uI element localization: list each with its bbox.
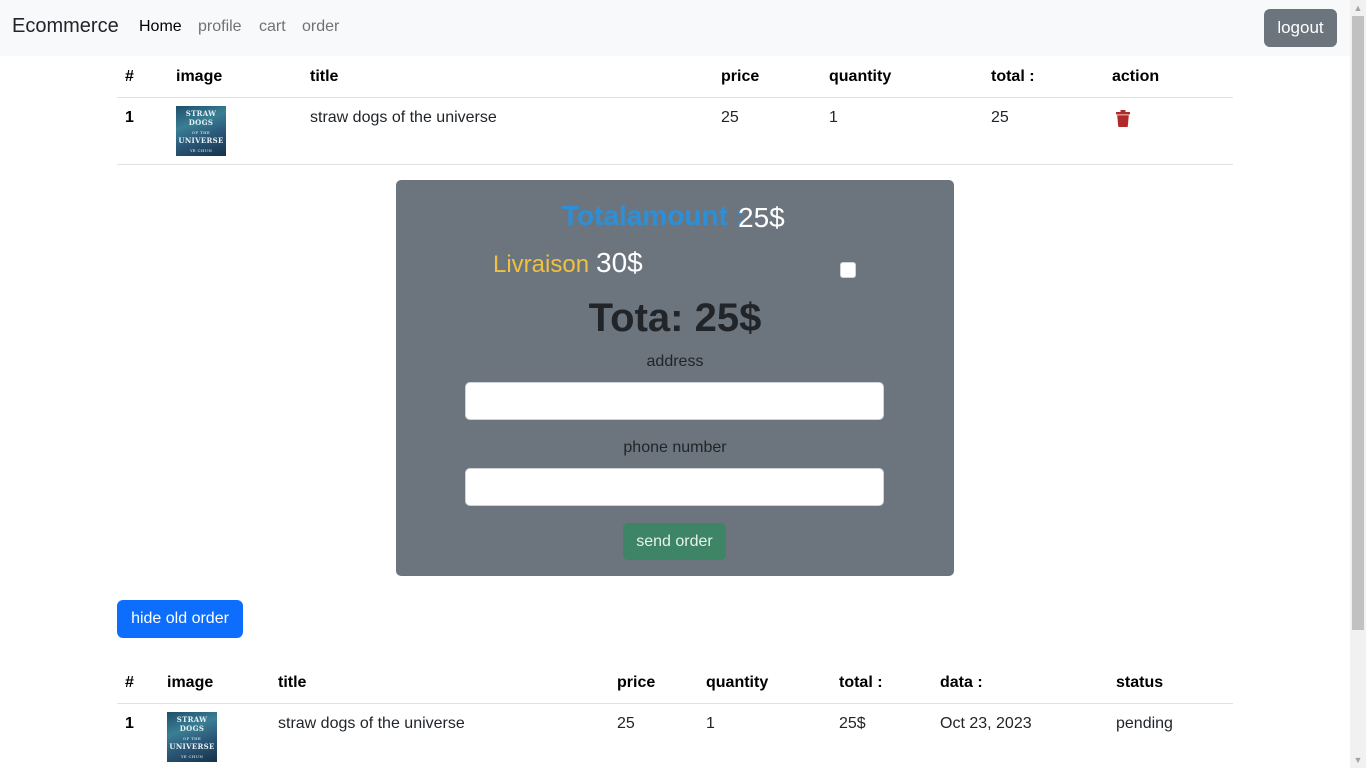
- col-header-image: image: [176, 57, 310, 98]
- row-total: 25$: [839, 703, 940, 768]
- row-price: 25: [617, 703, 706, 768]
- nav-link-order[interactable]: order: [302, 18, 339, 36]
- row-price: 25: [721, 97, 829, 165]
- row-index: 1: [117, 97, 176, 165]
- delivery-value: 30$: [596, 247, 643, 278]
- old-orders-table: # image title price quantity total : dat…: [117, 663, 1233, 768]
- row-image-cell: STRAW DOGS OF THE UNIVERSE YE CHUN: [176, 97, 310, 165]
- hide-old-order-button[interactable]: hide old order: [117, 600, 243, 638]
- delivery-label: Livraison: [493, 251, 590, 278]
- table-row: 1 STRAW DOGS OF THE UNIVERSE YE CHUN straw d…: [117, 703, 1233, 768]
- col-header-price: price: [617, 663, 706, 704]
- col-header-quantity: quantity: [829, 57, 991, 98]
- col-header-total: total :: [839, 663, 940, 704]
- address-input[interactable]: [465, 382, 884, 420]
- total-amount-label: Totalamount :: [562, 200, 746, 231]
- row-index: 1: [117, 703, 167, 768]
- old-orders-table-header: # image title price quantity total : dat…: [117, 663, 1233, 704]
- total-amount-value: 25$: [738, 202, 785, 233]
- col-header-index: #: [117, 57, 176, 98]
- scrollbar-thumb[interactable]: [1352, 16, 1364, 630]
- col-header-price: price: [721, 57, 829, 98]
- trash-icon[interactable]: [1116, 109, 1130, 127]
- col-header-index: #: [117, 663, 167, 704]
- row-quantity: 1: [706, 703, 839, 768]
- grand-total: Tota: 25$: [588, 296, 762, 340]
- table-row: 1 STRAW DOGS OF THE UNIVERSE YE CHUN straw d…: [117, 97, 1233, 165]
- send-order-button[interactable]: send order: [623, 523, 726, 560]
- row-action-cell: [1112, 97, 1233, 165]
- delivery-checkbox[interactable]: [840, 262, 856, 278]
- book-cover-image: STRAW DOGS OF THE UNIVERSE YE CHUN: [167, 711, 217, 762]
- col-header-status: status: [1116, 663, 1233, 704]
- phone-input[interactable]: [465, 468, 884, 506]
- col-header-image: image: [167, 663, 278, 704]
- col-header-quantity: quantity: [706, 663, 839, 704]
- col-header-title: title: [278, 663, 617, 704]
- row-image-cell: STRAW DOGS OF THE UNIVERSE YE CHUN: [167, 703, 278, 768]
- scroll-down-arrow-icon[interactable]: ▼: [1350, 752, 1366, 768]
- nav-link-home[interactable]: Home: [139, 18, 182, 36]
- nav-link-cart[interactable]: cart: [259, 18, 286, 36]
- logout-button[interactable]: logout: [1264, 9, 1337, 47]
- row-quantity: 1: [829, 97, 991, 165]
- order-summary-panel: Totalamount : 25$ Livraison 30$ Tota: 25…: [396, 180, 954, 576]
- row-title: straw dogs of the universe: [278, 703, 617, 768]
- nav-link-profile[interactable]: profile: [198, 18, 242, 36]
- navbar: Ecommerce Home profile cart order logout: [0, 0, 1350, 56]
- cart-table-header: # image title price quantity total : act…: [117, 57, 1233, 98]
- col-header-action: action: [1112, 57, 1233, 98]
- row-status: pending: [1116, 703, 1233, 768]
- book-cover-image: STRAW DOGS OF THE UNIVERSE YE CHUN: [176, 105, 226, 156]
- address-label: address: [646, 353, 704, 370]
- row-title: straw dogs of the universe: [310, 97, 721, 165]
- phone-label: phone number: [623, 439, 727, 456]
- brand-logo[interactable]: Ecommerce: [12, 15, 119, 38]
- col-header-total: total :: [991, 57, 1112, 98]
- row-date: Oct 23, 2023: [940, 703, 1116, 768]
- scroll-up-arrow-icon[interactable]: ▲: [1350, 0, 1366, 16]
- col-header-title: title: [310, 57, 721, 98]
- col-header-date: data :: [940, 663, 1116, 704]
- row-total: 25: [991, 97, 1112, 165]
- cart-table: # image title price quantity total : act…: [117, 57, 1233, 165]
